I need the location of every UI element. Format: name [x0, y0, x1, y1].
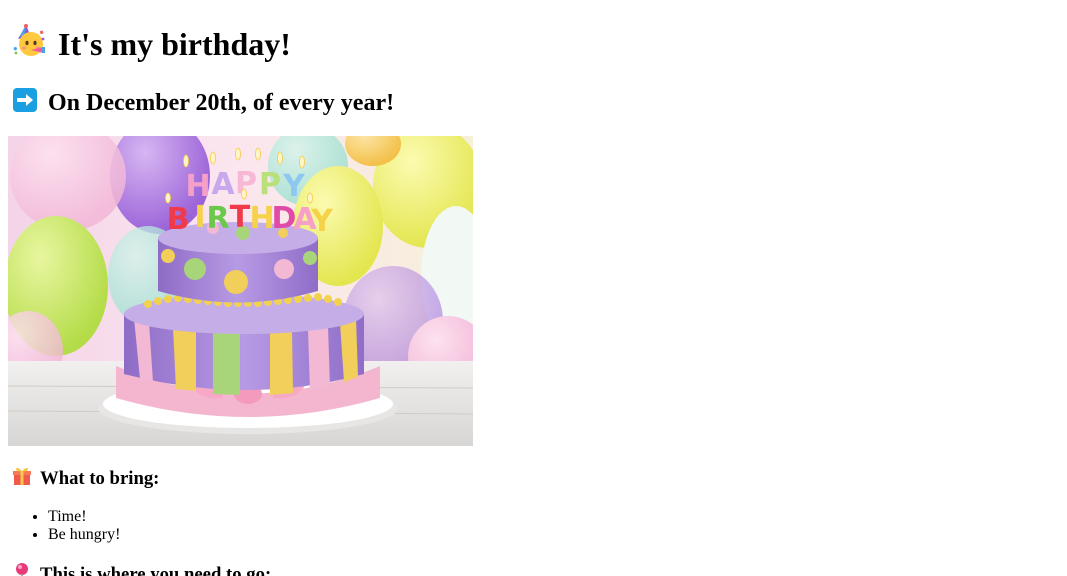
svg-text:H: H: [185, 169, 210, 204]
what-to-bring-heading: What to bring:: [12, 467, 159, 491]
party-face-icon: [12, 23, 46, 65]
svg-text:Y: Y: [282, 169, 306, 204]
birthday-date-heading: On December 20th, of every year!: [12, 87, 395, 120]
svg-text:I: I: [194, 200, 205, 235]
birthday-cake-image: H A P P Y B I R T H D A Y: [8, 136, 473, 446]
what-to-bring-text: What to bring:: [40, 468, 160, 489]
location-heading: This is where you need to go:: [12, 563, 271, 576]
gift-icon: [12, 466, 32, 492]
svg-text:B: B: [167, 202, 190, 237]
svg-text:T: T: [230, 200, 251, 235]
right-arrow-icon: [12, 87, 38, 120]
list-item: Time!: [48, 508, 120, 526]
bring-list: Time! Be hungry!: [8, 508, 120, 544]
list-item: Be hungry!: [48, 526, 120, 544]
svg-text:R: R: [206, 201, 229, 236]
svg-text:A: A: [211, 167, 235, 202]
birthday-date-text: On December 20th, of every year!: [48, 89, 395, 116]
location-text: This is where you need to go:: [40, 564, 272, 576]
svg-text:P: P: [259, 167, 281, 202]
svg-text:Y: Y: [310, 204, 334, 239]
page-title: It's my birthday!: [12, 24, 291, 64]
map-pin-icon: [12, 562, 32, 576]
page-title-text: It's my birthday!: [58, 25, 291, 62]
